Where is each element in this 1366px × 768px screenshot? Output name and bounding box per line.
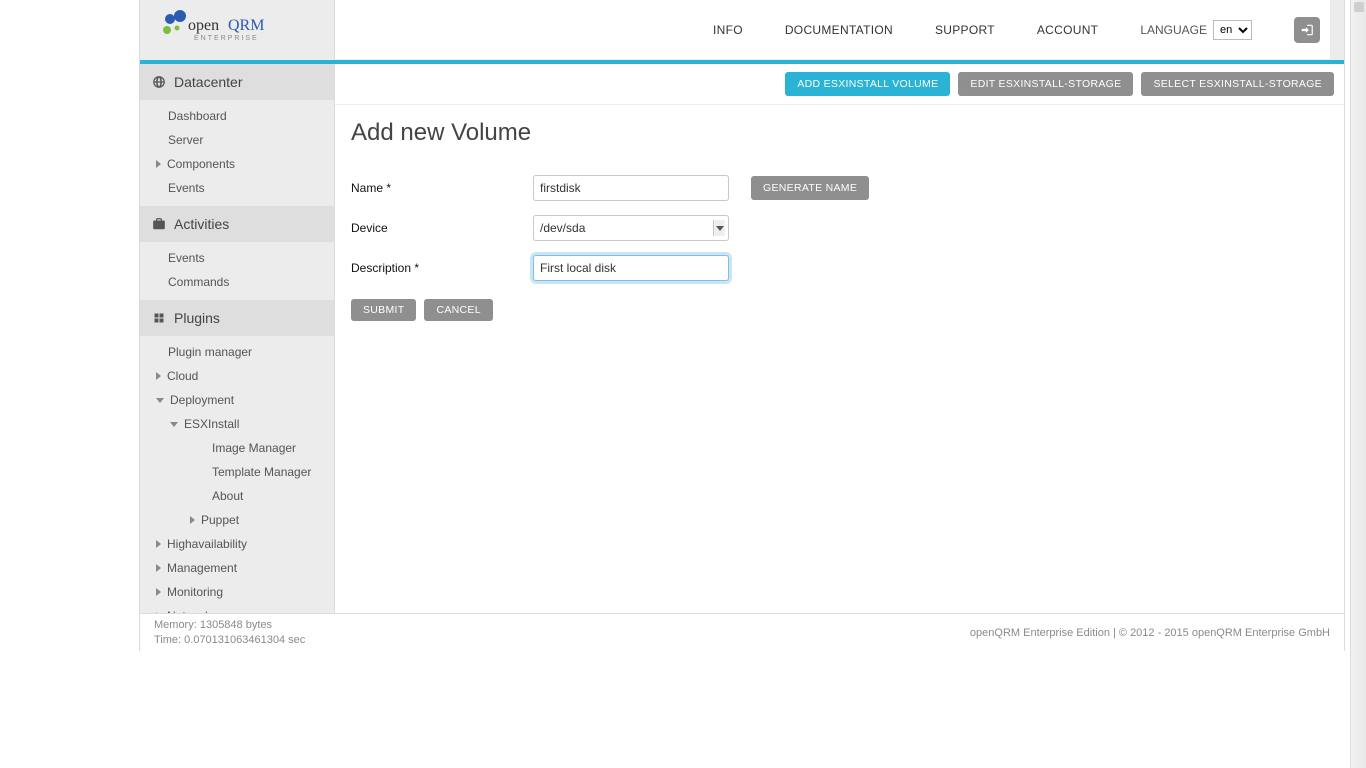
chevron-down-icon <box>156 398 164 403</box>
sidebar-item-puppet[interactable]: Puppet <box>174 510 334 530</box>
add-esxinstall-volume-button[interactable]: ADD ESXINSTALL VOLUME <box>785 72 950 96</box>
sidebar-item-management[interactable]: Management <box>140 558 334 578</box>
brand-logo-icon: open QRM ENTERPRISE <box>158 10 288 50</box>
generate-name-button[interactable]: GENERATE NAME <box>751 176 869 200</box>
logout-button[interactable] <box>1294 17 1320 43</box>
footer-stats: Memory: 1305848 bytes Time: 0.0701310634… <box>154 618 305 647</box>
sidebar-section-activities[interactable]: Activities <box>140 206 334 242</box>
device-label: Device <box>351 221 517 235</box>
svg-text:QRM: QRM <box>228 17 264 34</box>
sidebar-item-network[interactable]: Network <box>140 606 334 613</box>
chevron-right-icon <box>156 160 161 168</box>
language-select[interactable]: en <box>1213 20 1252 40</box>
chevron-right-icon <box>156 372 161 380</box>
sidebar-item-monitoring[interactable]: Monitoring <box>140 582 334 602</box>
chevron-right-icon <box>156 564 161 572</box>
sidebar-item-act-events[interactable]: Events <box>140 248 334 268</box>
sidebar-item-plugin-manager[interactable]: Plugin manager <box>140 342 334 362</box>
chevron-right-icon <box>190 516 195 524</box>
language-label: LANGUAGE <box>1140 23 1207 37</box>
nav-account[interactable]: ACCOUNT <box>1037 23 1098 37</box>
sidebar-item-about[interactable]: About <box>140 486 334 506</box>
plugins-icon <box>152 311 166 325</box>
nav-support[interactable]: SUPPORT <box>935 23 995 37</box>
sidebar-item-deployment[interactable]: Deployment <box>140 390 334 410</box>
scrollbar[interactable] <box>1350 0 1366 768</box>
device-select-wrap: /dev/sda <box>533 215 729 241</box>
language-selector: LANGUAGE en <box>1140 20 1252 40</box>
body: Datacenter Dashboard Server Components E… <box>140 64 1344 613</box>
row-submit: SUBMIT CANCEL <box>351 299 1328 321</box>
sidebar-item-esxinstall[interactable]: ESXInstall <box>154 414 334 434</box>
nav-info[interactable]: INFO <box>713 23 743 37</box>
row-description: Description * <box>351 255 1328 281</box>
header: open QRM ENTERPRISE INFO DOCUMENTATION S… <box>140 0 1344 60</box>
nav-documentation[interactable]: DOCUMENTATION <box>785 23 893 37</box>
sidebar-item-commands[interactable]: Commands <box>140 272 334 292</box>
datacenter-list: Dashboard Server Components Events <box>140 100 334 206</box>
footer: Memory: 1305848 bytes Time: 0.0701310634… <box>140 613 1344 651</box>
sidebar-item-components[interactable]: Components <box>140 154 334 174</box>
svg-text:open: open <box>188 17 219 34</box>
select-esxinstall-storage-button[interactable]: SELECT ESXINSTALL-STORAGE <box>1141 72 1334 96</box>
edit-esxinstall-storage-button[interactable]: EDIT ESXINSTALL-STORAGE <box>958 72 1133 96</box>
row-name: Name * GENERATE NAME <box>351 175 1328 201</box>
top-nav: INFO DOCUMENTATION SUPPORT ACCOUNT LANGU… <box>335 0 1330 60</box>
activities-list: Events Commands <box>140 242 334 300</box>
sidebar: Datacenter Dashboard Server Components E… <box>140 64 335 613</box>
plugins-list: Plugin manager Cloud Deployment ESXInsta… <box>140 336 334 613</box>
cancel-button[interactable]: CANCEL <box>424 299 492 321</box>
logo[interactable]: open QRM ENTERPRISE <box>140 0 335 60</box>
logout-icon <box>1300 23 1314 37</box>
row-device: Device /dev/sda <box>351 215 1328 241</box>
footer-copyright: openQRM Enterprise Edition | © 2012 - 20… <box>970 627 1330 639</box>
app-container: open QRM ENTERPRISE INFO DOCUMENTATION S… <box>139 0 1345 651</box>
submit-button[interactable]: SUBMIT <box>351 299 416 321</box>
footer-time: Time: 0.070131063461304 sec <box>154 633 305 647</box>
form: Name * GENERATE NAME Device /dev/sda Des… <box>335 157 1344 325</box>
action-bar: ADD ESXINSTALL VOLUME EDIT ESXINSTALL-ST… <box>335 64 1344 105</box>
footer-memory: Memory: 1305848 bytes <box>154 618 305 632</box>
page-title: Add new Volume <box>335 105 1344 157</box>
device-select[interactable]: /dev/sda <box>533 215 729 241</box>
chevron-right-icon <box>156 540 161 548</box>
svg-text:ENTERPRISE: ENTERPRISE <box>194 35 259 42</box>
sidebar-section-datacenter[interactable]: Datacenter <box>140 64 334 100</box>
sidebar-item-server[interactable]: Server <box>140 130 334 150</box>
activity-icon <box>152 217 166 231</box>
name-label: Name * <box>351 181 517 195</box>
sidebar-item-cloud[interactable]: Cloud <box>140 366 334 386</box>
description-label: Description * <box>351 261 517 275</box>
sidebar-item-image-manager[interactable]: Image Manager <box>140 438 334 458</box>
sidebar-item-dashboard[interactable]: Dashboard <box>140 106 334 126</box>
name-input[interactable] <box>533 175 729 201</box>
main: ADD ESXINSTALL VOLUME EDIT ESXINSTALL-ST… <box>335 64 1344 613</box>
chevron-down-icon <box>170 422 178 427</box>
globe-icon <box>152 75 166 89</box>
sidebar-item-template-manager[interactable]: Template Manager <box>140 462 334 482</box>
description-input[interactable] <box>533 255 729 281</box>
sidebar-item-highavailability[interactable]: Highavailability <box>140 534 334 554</box>
sidebar-section-plugins[interactable]: Plugins <box>140 300 334 336</box>
sidebar-item-events[interactable]: Events <box>140 178 334 198</box>
chevron-right-icon <box>156 588 161 596</box>
